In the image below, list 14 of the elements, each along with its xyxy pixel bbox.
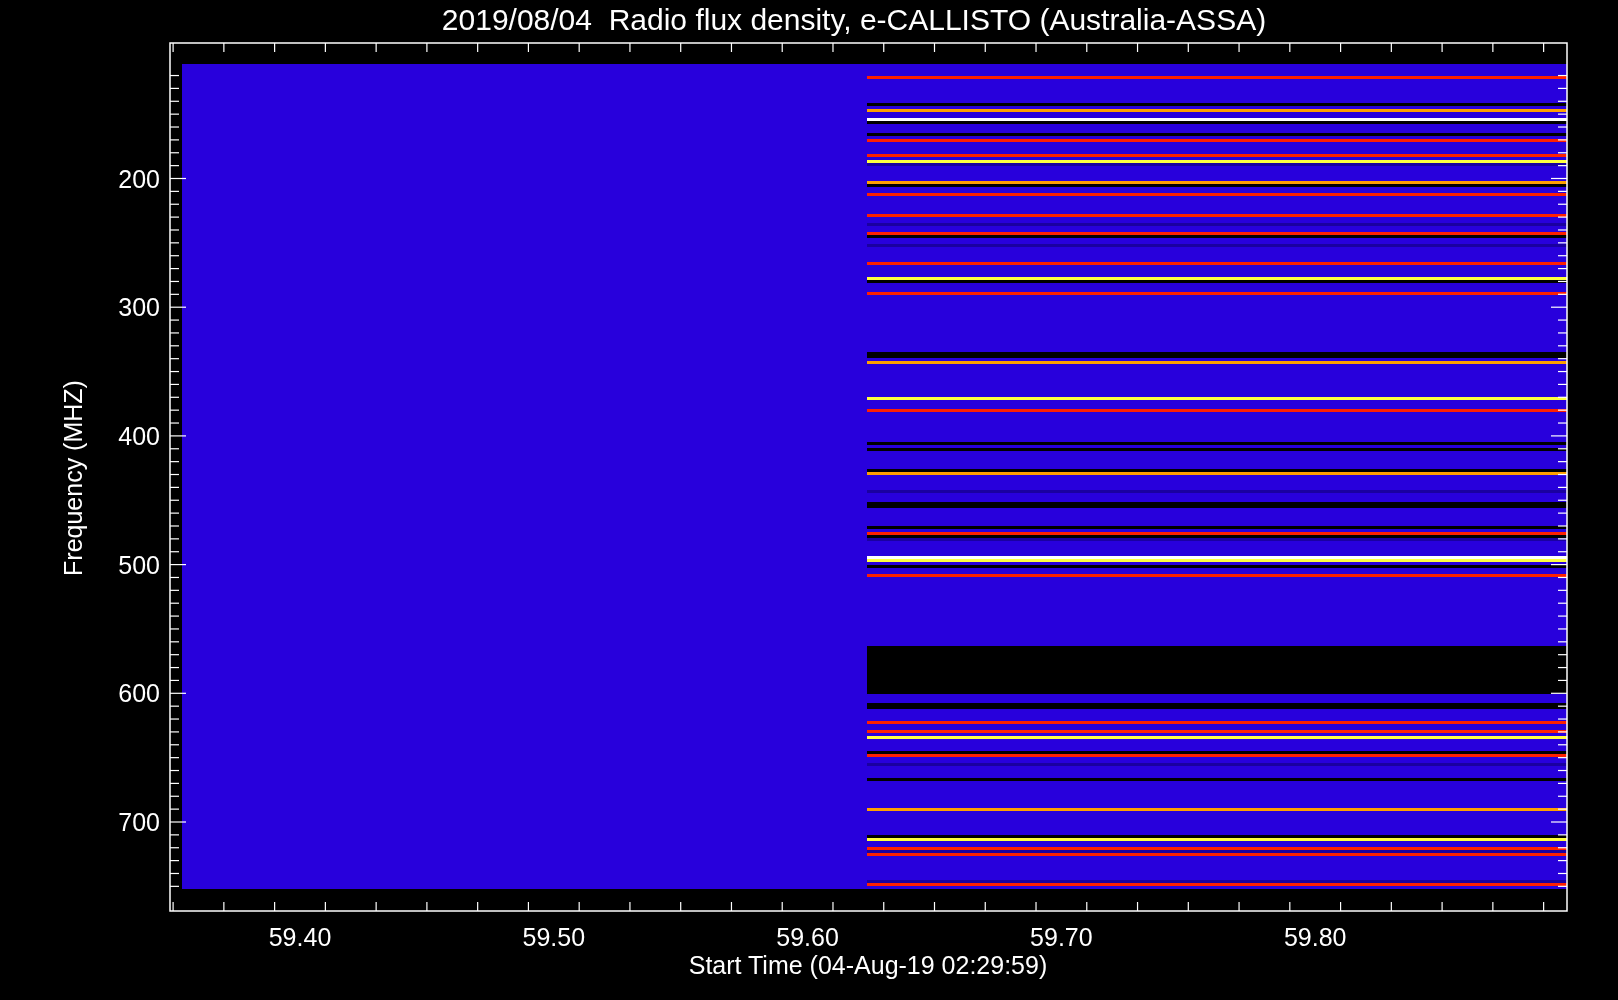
axis-tick-label: 600 (118, 679, 160, 708)
axis-tick-label: 59.80 (1283, 923, 1347, 951)
axis-tick-label: 59.40 (268, 923, 332, 951)
y-axis-title: Frequency (MHZ) (59, 380, 87, 576)
chart-title: 2019/08/04 Radio flux density, e-CALLISTO (Australia-ASSA) (441, 5, 1267, 35)
axis-tick-label: 59.50 (522, 923, 586, 951)
axis-tick-label: 500 (118, 550, 160, 579)
axis-tick-label: 300 (118, 293, 160, 322)
x-axis-title: Start Time (04-Aug-19 02:29:59) (688, 951, 1048, 979)
axis-tick-label: 700 (118, 808, 160, 836)
axis-tick-label: 400 (118, 421, 160, 450)
axis-tick-label: 200 (118, 164, 160, 193)
axis-tick-label: 59.70 (1030, 923, 1093, 951)
axis-tick-label: 59.60 (776, 923, 839, 951)
